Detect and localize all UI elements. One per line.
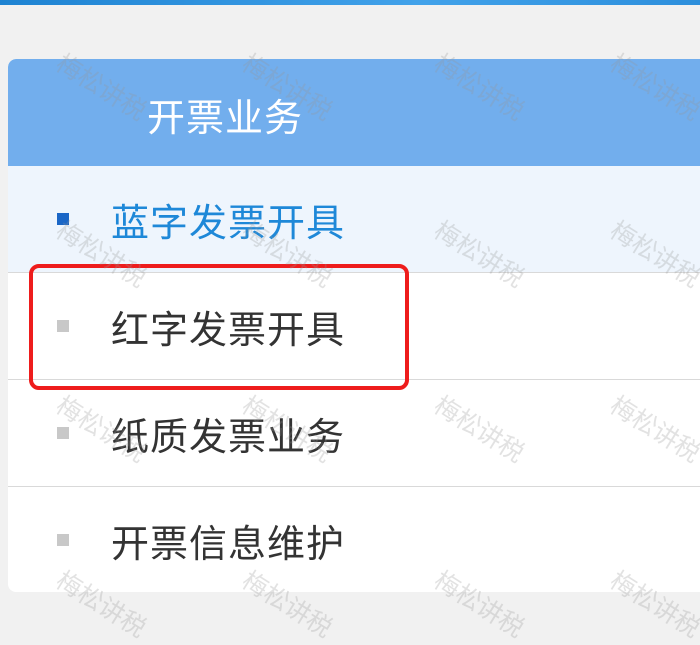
menu-item-invoice-info-maintenance[interactable]: 开票信息维护: [8, 487, 700, 592]
invoice-business-panel: 开票业务 蓝字发票开具 红字发票开具 纸质发票业务 开票信息维护: [8, 59, 700, 592]
panel-header: 开票业务: [8, 59, 700, 166]
menu-item-paper-invoice[interactable]: 纸质发票业务: [8, 380, 700, 486]
menu-item-label: 开票信息维护: [111, 521, 346, 566]
menu-item-label: 红字发票开具: [111, 307, 346, 352]
square-bullet-icon: [57, 320, 69, 332]
menu-item-label: 蓝字发票开具: [111, 200, 346, 245]
square-bullet-icon: [57, 427, 69, 439]
menu-item-blue-invoice[interactable]: 蓝字发票开具: [8, 166, 700, 272]
square-bullet-icon: [57, 534, 69, 546]
top-accent-bar: [0, 0, 700, 5]
square-bullet-icon: [57, 213, 69, 225]
menu-item-label: 纸质发票业务: [111, 414, 346, 459]
menu-item-red-invoice[interactable]: 红字发票开具: [8, 273, 700, 379]
panel-title: 开票业务: [147, 96, 304, 140]
